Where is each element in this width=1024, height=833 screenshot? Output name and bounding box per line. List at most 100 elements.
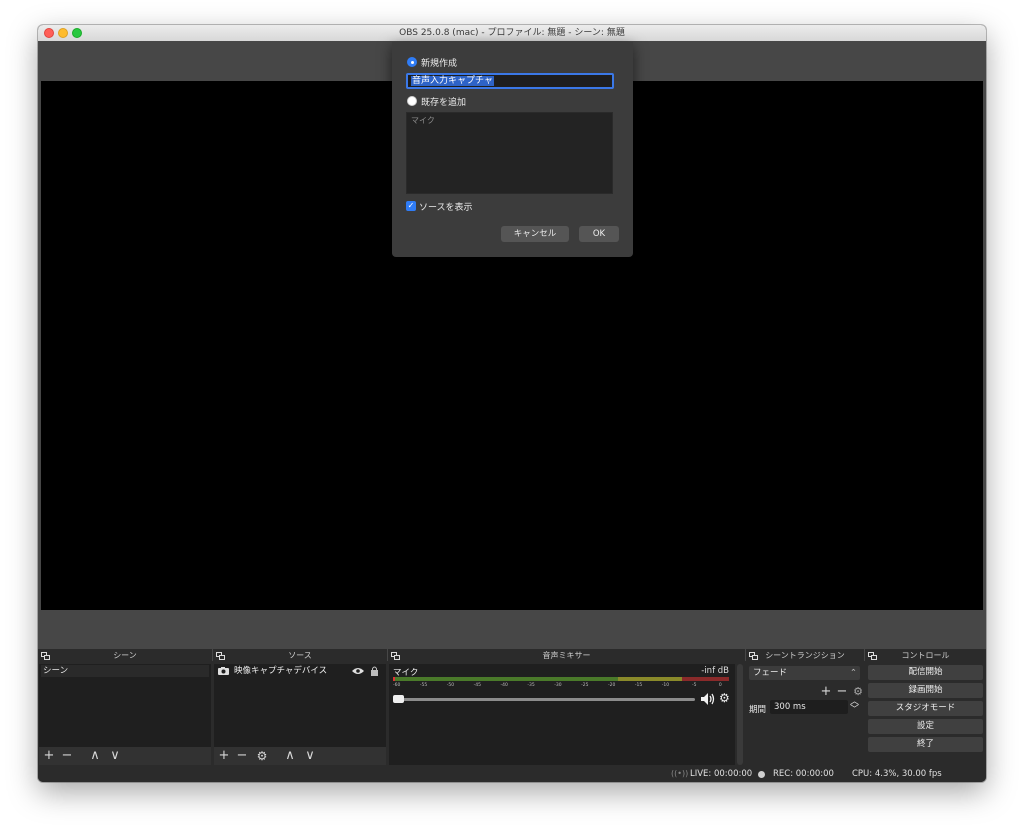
create-new-radio[interactable]: [407, 57, 417, 67]
volume-slider-track[interactable]: [395, 698, 695, 701]
transition-select-value: フェード: [753, 668, 788, 678]
lock-icon[interactable]: [370, 666, 379, 676]
speaker-icon[interactable]: [701, 693, 717, 705]
meter-tick-label: -30: [554, 683, 562, 688]
visibility-eye-icon[interactable]: [352, 667, 364, 675]
show-source-checkbox[interactable]: ✓: [406, 201, 416, 211]
duration-label: 期間: [749, 705, 767, 715]
meter-tick-label: 0: [718, 683, 722, 688]
scenes-title: シーン: [113, 651, 137, 660]
duration-spinbox[interactable]: 300 ms: [770, 700, 848, 714]
meter-ticks: -60 -55 -50 -45 -40 -35 -30 -25 -20 -15 …: [393, 683, 729, 691]
remove-scene-button[interactable]: −: [59, 748, 75, 764]
gear-icon[interactable]: ⚙: [719, 691, 730, 705]
chevron-updown-icon: ⌃: [849, 668, 857, 678]
audio-mixer-dock: 音声ミキサー マイク -inf dB -60 -55 -50 -45 -40 -…: [388, 649, 745, 766]
add-scene-button[interactable]: +: [41, 748, 57, 764]
float-dock-icon[interactable]: [216, 652, 225, 660]
add-transition-button[interactable]: +: [818, 684, 834, 700]
meter-tick-label: -10: [661, 683, 670, 688]
status-bar: ((•)) LIVE: 00:00:00 REC: 00:00:00 CPU: …: [38, 766, 986, 782]
mixer-title: 音声ミキサー: [542, 651, 591, 660]
meter-tick-label: -45: [473, 683, 481, 688]
add-existing-radio[interactable]: [407, 96, 417, 106]
controls-title: コントロール: [901, 651, 950, 660]
sources-list[interactable]: 映像キャプチャデバイス: [214, 664, 386, 747]
scene-transitions-dock: シーントランジション フェード ⌃ + − ⚙ 期間 300 ms ︿ ﹀: [746, 649, 864, 766]
zoom-window-button[interactable]: [72, 28, 82, 38]
source-list-item[interactable]: 映像キャプチャデバイス: [216, 665, 384, 677]
float-dock-icon[interactable]: [868, 652, 877, 660]
meter-tick-label: -60: [393, 683, 401, 688]
float-dock-icon[interactable]: [41, 652, 50, 660]
broadcast-icon: ((•)): [671, 769, 689, 778]
move-up-icon[interactable]: ∧: [87, 748, 103, 764]
title-bar: OBS 25.0.8 (mac) - プロファイル: 無題 - シーン: 無題: [38, 25, 986, 42]
meter-tick-label: -50: [446, 683, 455, 688]
start-recording-button[interactable]: 録画開始: [868, 683, 983, 698]
sources-dock: ソース 映像キャプチャデバイス + − ⚙ ∧ ∨: [213, 649, 387, 766]
transitions-title: シーントランジション: [765, 651, 845, 660]
float-dock-icon[interactable]: [749, 652, 758, 660]
scenes-list[interactable]: シーン: [39, 664, 211, 747]
scenes-dock: シーン シーン + − ∧ ∨: [38, 649, 212, 766]
meter-tick-label: -35: [527, 683, 535, 688]
scenes-dock-header: シーン: [38, 649, 212, 663]
stepper-arrows-icon[interactable]: ︿ ﹀: [850, 698, 859, 715]
mixer-scrollbar[interactable]: [737, 664, 743, 765]
meter-tick-label: -25: [581, 683, 589, 688]
obs-window: OBS 25.0.8 (mac) - プロファイル: 無題 - シーン: 無題 …: [38, 25, 986, 782]
sources-dock-header: ソース: [213, 649, 387, 663]
close-window-button[interactable]: [44, 28, 54, 38]
start-streaming-button[interactable]: 配信開始: [868, 665, 983, 680]
cancel-button[interactable]: キャンセル: [501, 226, 569, 242]
exit-button[interactable]: 終了: [868, 737, 983, 752]
mixer-dock-header: 音声ミキサー: [388, 649, 745, 663]
mixer-channel: マイク -inf dB -60 -55 -50 -45 -40 -35 -30 …: [389, 664, 735, 765]
remove-source-button[interactable]: −: [234, 748, 250, 764]
remove-transition-button[interactable]: −: [834, 684, 850, 700]
meter-tick-label: -20: [608, 683, 616, 688]
create-new-label: 新規作成: [421, 59, 458, 69]
rec-time: REC: 00:00:00: [773, 769, 834, 779]
add-source-button[interactable]: +: [216, 748, 232, 764]
show-source-label: ソースを表示: [419, 203, 473, 213]
transitions-dock-header: シーントランジション: [746, 649, 864, 663]
create-source-dialog: 新規作成 音声入力キャプチャ 既存を追加 マイク ✓ ソースを表示 キャンセル …: [392, 42, 633, 257]
volume-meter: [393, 677, 729, 681]
add-existing-label: 既存を追加: [421, 98, 467, 108]
scenes-toolbar: + − ∧ ∨: [39, 747, 211, 765]
scene-list-item[interactable]: シーン: [41, 665, 209, 677]
mixer-level-readout: -inf dB: [701, 666, 729, 676]
record-dot-icon: [758, 771, 765, 778]
minimize-window-button[interactable]: [58, 28, 68, 38]
controls-dock-header: コントロール: [865, 649, 986, 663]
meter-tick-label: -5: [692, 683, 697, 688]
float-dock-icon[interactable]: [391, 652, 400, 660]
meter-tick-label: -15: [634, 683, 643, 688]
live-time: LIVE: 00:00:00: [690, 769, 753, 779]
source-name-input[interactable]: 音声入力キャプチャ: [406, 73, 614, 89]
existing-source-item[interactable]: マイク: [411, 115, 435, 126]
meter-tick-label: -40: [500, 683, 508, 688]
sources-toolbar: + − ⚙ ∧ ∨: [214, 747, 386, 765]
source-name: 映像キャプチャデバイス: [234, 666, 328, 676]
move-up-icon[interactable]: ∧: [282, 748, 298, 764]
transition-select[interactable]: フェード ⌃: [749, 666, 860, 680]
gear-icon[interactable]: ⚙: [254, 748, 270, 764]
existing-sources-list[interactable]: マイク: [406, 112, 613, 194]
meter-tick-label: -55: [419, 683, 428, 688]
studio-mode-button[interactable]: スタジオモード: [868, 701, 983, 716]
sources-title: ソース: [288, 651, 312, 660]
volume-slider-handle[interactable]: [393, 695, 404, 703]
duration-value: 300 ms: [774, 702, 806, 712]
source-name-value: 音声入力キャプチャ: [411, 76, 494, 86]
move-down-icon[interactable]: ∨: [302, 748, 318, 764]
move-down-icon[interactable]: ∨: [107, 748, 123, 764]
controls-dock: コントロール 配信開始 録画開始 スタジオモード 設定 終了: [865, 649, 986, 766]
window-title: OBS 25.0.8 (mac) - プロファイル: 無題 - シーン: 無題: [399, 28, 625, 38]
cpu-readout: CPU: 4.3%, 30.00 fps: [852, 769, 942, 779]
settings-button[interactable]: 設定: [868, 719, 983, 734]
camera-icon: [218, 667, 229, 675]
ok-button[interactable]: OK: [579, 226, 619, 242]
